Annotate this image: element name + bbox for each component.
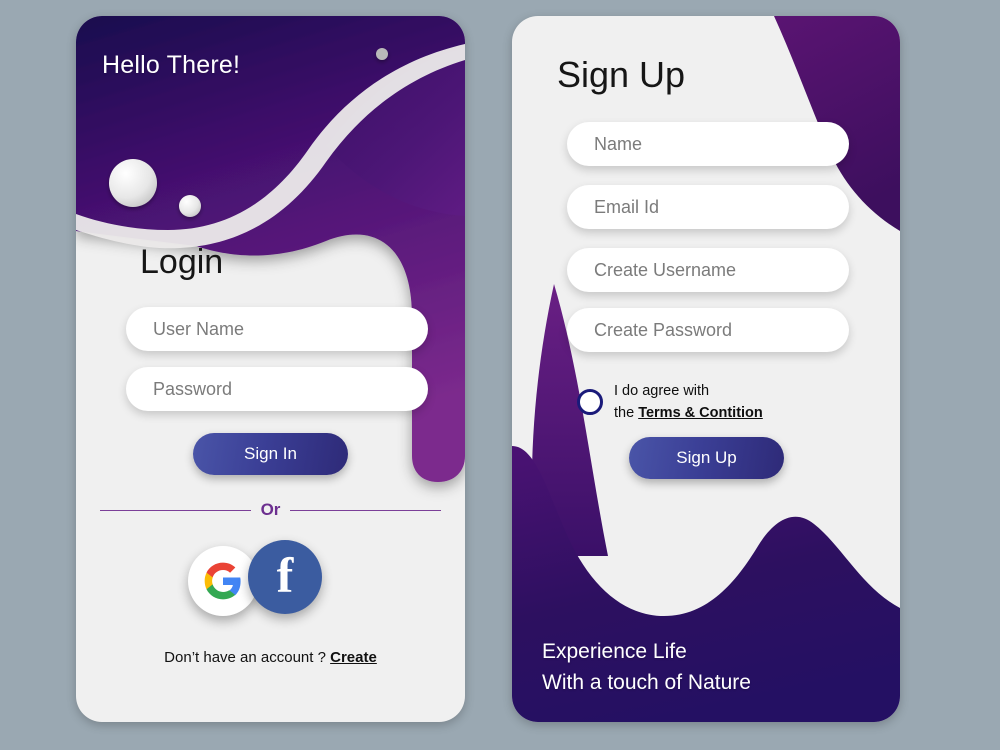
terms-and-conditions-link[interactable]: Terms & Contition: [638, 405, 763, 421]
signup-tagline: Experience Life With a touch of Nature: [542, 636, 751, 698]
facebook-icon: f: [276, 547, 294, 603]
agree-line-2-prefix: the: [614, 405, 639, 422]
social-login-row: f: [188, 540, 358, 620]
name-input[interactable]: Name: [567, 122, 849, 166]
login-card: Hello There! Login User Name Password Si…: [76, 16, 465, 722]
create-account-row: Don’t have an account ? Create: [76, 649, 465, 666]
login-greeting: Hello There!: [102, 51, 241, 79]
signup-title: Sign Up: [557, 54, 686, 95]
create-account-prompt: Don’t have an account ?: [164, 649, 331, 666]
divider-line-left: [100, 509, 251, 511]
or-divider: Or: [100, 495, 441, 525]
facebook-signin-button[interactable]: f: [248, 540, 322, 614]
divider-label: Or: [260, 500, 281, 519]
agree-line-1: I do agree with: [614, 383, 710, 399]
app-canvas: Hello There! Login User Name Password Si…: [0, 0, 1000, 750]
password-placeholder: Password: [153, 378, 233, 399]
tagline-line-2: With a touch of Nature: [542, 671, 751, 695]
sign-up-button[interactable]: Sign Up: [629, 437, 784, 479]
password-input[interactable]: Password: [126, 367, 428, 411]
email-input[interactable]: Email Id: [567, 185, 849, 229]
create-account-link[interactable]: Create: [330, 649, 377, 666]
terms-agreement-row: I do agree with the Terms & Contition: [577, 380, 877, 425]
email-placeholder: Email Id: [594, 196, 660, 217]
google-icon: [204, 562, 241, 600]
terms-checkbox[interactable]: [577, 389, 603, 416]
create-username-placeholder: Create Username: [594, 259, 737, 280]
create-password-placeholder: Create Password: [594, 319, 733, 340]
create-password-input[interactable]: Create Password: [567, 308, 849, 352]
login-title: Login: [140, 243, 224, 281]
username-placeholder: User Name: [153, 318, 245, 339]
signup-card: Sign Up Name Email Id Create Username Cr…: [512, 16, 900, 722]
tagline-line-1: Experience Life: [542, 640, 687, 663]
divider-line-right: [290, 509, 441, 511]
create-username-input[interactable]: Create Username: [567, 248, 849, 292]
username-input[interactable]: User Name: [126, 307, 428, 351]
name-placeholder: Name: [594, 133, 643, 154]
sign-in-button[interactable]: Sign In: [193, 433, 348, 475]
terms-agreement-text: I do agree with the Terms & Contition: [614, 380, 763, 425]
